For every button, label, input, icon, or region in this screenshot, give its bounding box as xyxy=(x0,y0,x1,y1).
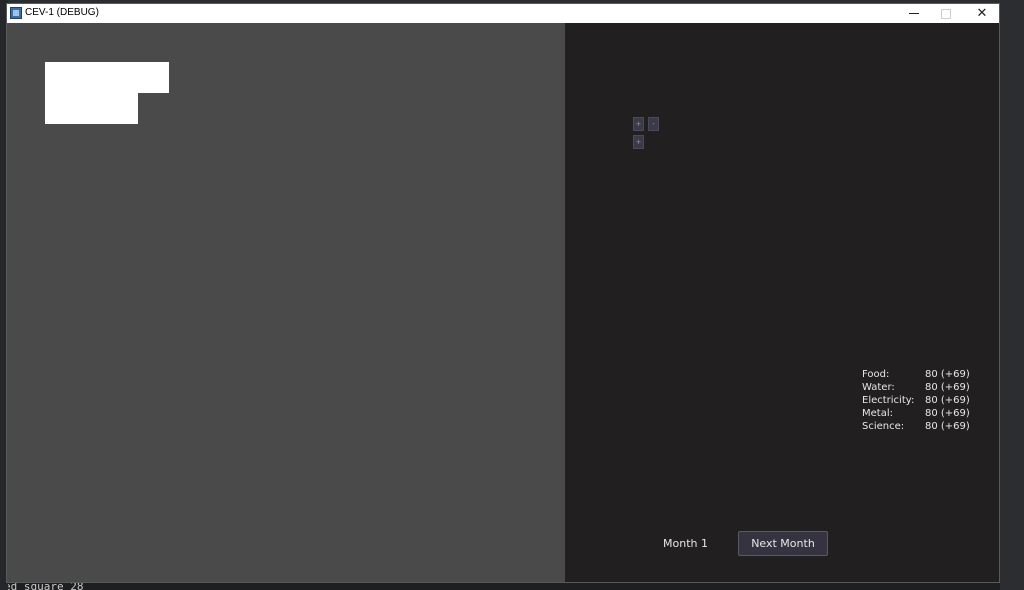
maximize-icon xyxy=(941,8,951,19)
window-titlebar[interactable]: CEV-1 (DEBUG) ✕ xyxy=(7,4,999,23)
window-title: CEV-1 (DEBUG) xyxy=(25,7,99,18)
background-editor-right-edge xyxy=(1000,0,1024,590)
background-console-text: ed square 28 xyxy=(8,581,84,590)
resource-value: 80 (+69) xyxy=(925,382,970,393)
side-panel: + - + Food: 80 (+69) Water: 80 (+69) Ele… xyxy=(565,23,999,582)
close-button[interactable]: ✕ xyxy=(965,4,999,23)
resource-value: 80 (+69) xyxy=(925,395,970,406)
minimize-button[interactable] xyxy=(897,4,931,23)
background-console-line: ed square 28 xyxy=(8,581,1000,590)
game-window: CEV-1 (DEBUG) ✕ + - + Food: 80 (+69) Wat… xyxy=(7,4,999,582)
resource-value: 80 (+69) xyxy=(925,408,970,419)
resource-name: Science: xyxy=(862,421,905,432)
resource-name: Food: xyxy=(862,369,890,380)
mini-button-1[interactable]: + xyxy=(633,117,644,131)
resource-value: 80 (+69) xyxy=(925,421,970,432)
minimize-icon xyxy=(909,13,919,14)
resource-value: 80 (+69) xyxy=(925,369,970,380)
close-icon: ✕ xyxy=(976,6,988,21)
mini-button-2[interactable]: - xyxy=(648,117,659,131)
white-block-shape-bottom[interactable] xyxy=(45,93,138,124)
map-viewport[interactable] xyxy=(7,23,565,582)
next-month-button[interactable]: Next Month xyxy=(738,531,828,556)
app-icon xyxy=(10,7,22,19)
resource-name: Electricity: xyxy=(862,395,915,406)
resource-name: Metal: xyxy=(862,408,893,419)
mini-button-3[interactable]: + xyxy=(633,135,644,149)
white-block-shape-top[interactable] xyxy=(45,62,169,93)
game-content: + - + Food: 80 (+69) Water: 80 (+69) Ele… xyxy=(7,23,999,582)
maximize-button[interactable] xyxy=(929,4,963,23)
month-label: Month 1 xyxy=(663,537,708,550)
resource-name: Water: xyxy=(862,382,895,393)
